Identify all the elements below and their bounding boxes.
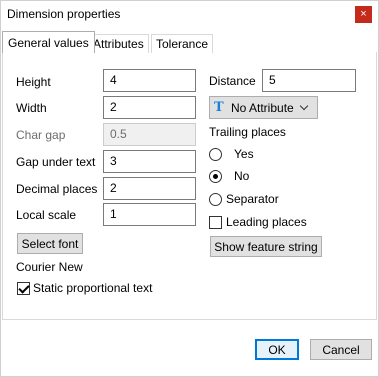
tab-tolerance[interactable]: Tolerance <box>151 34 214 53</box>
trailing-yes-label: Yes <box>234 147 254 161</box>
trailing-no-radio[interactable] <box>209 170 222 183</box>
ok-button[interactable]: OK <box>255 339 299 360</box>
close-button[interactable]: × <box>355 6 372 23</box>
trailing-places-label: Trailing places <box>209 125 286 139</box>
font-name: Courier New <box>16 260 83 274</box>
static-proportional-checkbox[interactable] <box>17 282 30 295</box>
char-gap-input: 0.5 <box>103 123 196 146</box>
attribute-dropdown-value: No Attribute <box>231 100 294 115</box>
trailing-no-label: No <box>234 169 250 183</box>
chevron-down-icon <box>299 101 308 111</box>
trailing-separator-radio[interactable] <box>209 193 222 206</box>
select-font-button[interactable]: Select font <box>17 233 83 254</box>
show-feature-string-label: Show feature string <box>214 239 318 254</box>
tab-attributes[interactable]: Attributes <box>88 34 149 53</box>
gap-under-text-input[interactable]: 3 <box>103 150 196 173</box>
trailing-separator-label: Separator <box>226 192 279 206</box>
attribute-dropdown[interactable]: T No Attribute <box>209 96 318 119</box>
dialog-title: Dimension properties <box>7 7 121 21</box>
show-feature-string-button[interactable]: Show feature string <box>210 236 322 257</box>
tab-label: Tolerance <box>156 37 209 51</box>
decimal-places-input[interactable]: 2 <box>103 177 196 200</box>
local-scale-input[interactable]: 1 <box>103 203 196 226</box>
gap-under-text-label: Gap under text <box>16 155 96 169</box>
width-label: Width <box>16 101 47 115</box>
distance-input[interactable]: 5 <box>262 69 356 92</box>
decimal-places-label: Decimal places <box>16 182 98 196</box>
text-t-icon: T <box>214 99 224 115</box>
leading-places-label: Leading places <box>226 215 307 229</box>
trailing-yes-radio[interactable] <box>209 148 222 161</box>
tab-general-values[interactable]: General values <box>2 31 95 53</box>
cancel-label: Cancel <box>322 342 360 357</box>
char-gap-label: Char gap <box>16 128 66 142</box>
height-input[interactable]: 4 <box>103 69 196 92</box>
checkmark-icon <box>18 282 30 294</box>
height-label: Height <box>16 75 51 89</box>
static-proportional-label: Static proportional text <box>33 281 153 295</box>
ok-label: OK <box>268 342 286 357</box>
close-icon: × <box>360 8 367 20</box>
width-input[interactable]: 2 <box>103 96 196 119</box>
select-font-label: Select font <box>21 236 79 251</box>
local-scale-label: Local scale <box>16 208 77 222</box>
tab-label: Attributes <box>93 37 144 51</box>
leading-places-checkbox[interactable] <box>209 216 222 229</box>
distance-label: Distance <box>209 74 256 88</box>
tab-label: General values <box>8 35 89 50</box>
cancel-button[interactable]: Cancel <box>310 339 372 360</box>
